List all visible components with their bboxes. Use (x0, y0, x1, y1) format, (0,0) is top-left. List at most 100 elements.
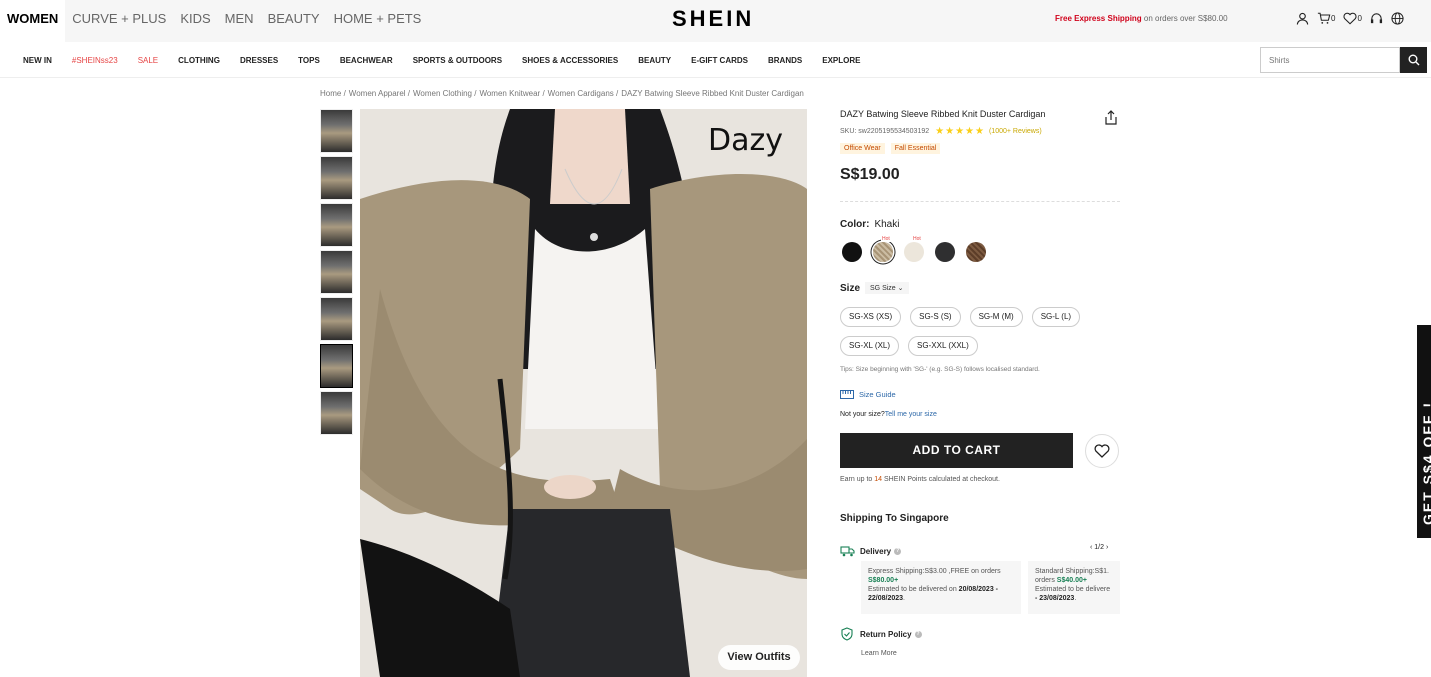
learn-more-link[interactable]: Learn More (861, 650, 897, 657)
points-number: 14 (874, 476, 883, 483)
swatch-brown[interactable] (966, 242, 986, 262)
thumbnail[interactable] (320, 391, 353, 435)
tab-kids[interactable]: KIDS (173, 0, 217, 42)
size-guide-link[interactable]: Size Guide (840, 390, 896, 399)
wish-count: 0 (1357, 14, 1362, 23)
truck-icon (840, 546, 855, 557)
nav-new-in[interactable]: NEW IN (23, 56, 52, 65)
tab-home-pets[interactable]: HOME + PETS (327, 0, 429, 42)
standard-orders: orders (1035, 577, 1057, 584)
size-standard-value: SG Size (870, 285, 896, 292)
shipping-promo[interactable]: Free Express Shipping on orders over S$8… (1055, 14, 1228, 23)
add-to-cart-button[interactable]: ADD TO CART (840, 433, 1073, 468)
thumbnail[interactable] (320, 250, 353, 294)
thumbnail[interactable] (320, 297, 353, 341)
globe-icon[interactable] (1391, 12, 1404, 25)
size-xs[interactable]: SG-XS (XS) (840, 307, 902, 327)
tab-women[interactable]: WOMEN (0, 0, 66, 42)
size-l[interactable]: SG-L (L) (1031, 307, 1081, 327)
thumbnail-selected[interactable] (320, 344, 353, 388)
crumb-women-knitwear[interactable]: Women Knitwear / (479, 89, 544, 98)
sku-text: SKU: sw2205195534503192 (840, 128, 930, 135)
color-value: Khaki (874, 219, 900, 230)
size-s[interactable]: SG-S (S) (910, 307, 961, 327)
tab-curve-plus[interactable]: CURVE + PLUS (65, 0, 173, 42)
thumbnail[interactable] (320, 109, 353, 153)
product-main-image[interactable]: Dazy View Outfits (360, 109, 807, 677)
crumb-home[interactable]: Home / (320, 89, 346, 98)
nav-e-gift-cards[interactable]: E-GIFT CARDS (691, 56, 748, 65)
standard-threshold: S$40.00+ (1056, 577, 1087, 584)
size-xxl[interactable]: SG-XXL (XXL) (908, 336, 978, 356)
crumb-women-clothing[interactable]: Women Clothing / (413, 89, 476, 98)
delivery-row: Delivery? (840, 545, 902, 557)
crumb-women-cardigans[interactable]: Women Cardigans / (548, 89, 619, 98)
promo-rest: on orders over S$80.00 (1141, 14, 1228, 23)
not-your-size-text: Not your size? (840, 411, 885, 418)
side-promo-tab[interactable]: GET S$4 OFF ! (1417, 325, 1431, 538)
nav-explore[interactable]: EXPLORE (822, 56, 860, 65)
view-outfits-button[interactable]: View Outfits (718, 645, 800, 670)
nav-sale[interactable]: SALE (138, 56, 158, 65)
tab-men[interactable]: MEN (218, 0, 261, 42)
nav-sheinss23[interactable]: #SHEINss23 (72, 56, 118, 65)
nav-brands[interactable]: BRANDS (768, 56, 802, 65)
add-to-wishlist-button[interactable] (1085, 434, 1119, 468)
product-title: DAZY Batwing Sleeve Ribbed Knit Duster C… (840, 109, 1046, 119)
search-button[interactable] (1400, 47, 1427, 73)
wishlist-icon[interactable]: 0 (1343, 12, 1362, 25)
standard-shipping-card: Standard Shipping:S$1. orders S$40.00+ E… (1028, 561, 1120, 614)
nav-tops[interactable]: TOPS (298, 56, 320, 65)
search-input[interactable] (1260, 47, 1400, 73)
shipping-pager[interactable]: ‹ 1/2 › (1090, 544, 1108, 551)
nav-sports-outdoors[interactable]: SPORTS & OUTDOORS (413, 56, 502, 65)
tag-fall-essential[interactable]: Fall Essential (890, 143, 941, 154)
points-info: Earn up to 14 SHEIN Points calculated at… (840, 476, 1000, 483)
size-label: Size (840, 282, 861, 294)
tab-beauty[interactable]: BEAUTY (261, 0, 327, 42)
size-standard-select[interactable]: SG Size ⌄ (865, 282, 909, 294)
nav-dresses[interactable]: DRESSES (240, 56, 278, 65)
nav-shoes-accessories[interactable]: SHOES & ACCESSORIES (522, 56, 618, 65)
standard-dates: - 23/08/2023 (1035, 595, 1075, 602)
swatch-khaki[interactable]: Hot (873, 236, 893, 262)
tag-office-wear[interactable]: Office Wear (840, 143, 885, 154)
shipping-title: Shipping To Singapore (840, 513, 949, 524)
swatch-beige[interactable]: Hot (904, 236, 924, 262)
headset-icon[interactable] (1370, 12, 1383, 25)
thumbnail[interactable] (320, 156, 353, 200)
swatch-black[interactable] (842, 242, 862, 262)
rating-stars: ★★★★★ (935, 126, 985, 137)
tell-me-your-size-link[interactable]: Tell me your size (885, 411, 937, 418)
user-icon[interactable] (1296, 12, 1309, 25)
divider (840, 201, 1120, 202)
main-nav: NEW IN #SHEINss23 SALE CLOTHING DRESSES … (0, 42, 1431, 78)
swatch-dark-grey[interactable] (935, 242, 955, 262)
product-price: S$19.00 (840, 166, 900, 183)
header-icons: 0 0 (1296, 12, 1412, 25)
reviews-link[interactable]: (1000+ Reviews) (989, 128, 1042, 135)
help-icon[interactable]: ? (914, 630, 922, 638)
size-m[interactable]: SG-M (M) (969, 307, 1023, 327)
help-icon[interactable]: ? (894, 547, 902, 555)
shein-logo[interactable]: SHEIN (672, 6, 754, 32)
nav-beauty[interactable]: BEAUTY (638, 56, 671, 65)
share-icon[interactable] (1104, 110, 1118, 130)
shield-check-icon (841, 627, 853, 641)
nav-clothing[interactable]: CLOTHING (178, 56, 220, 65)
size-guide-label: Size Guide (859, 390, 896, 399)
return-policy-label: Return Policy (860, 629, 912, 639)
crumb-women-apparel[interactable]: Women Apparel / (349, 89, 410, 98)
cart-icon[interactable]: 0 (1317, 12, 1335, 25)
side-promo-text: GET S$4 OFF ! (1420, 401, 1431, 525)
points-pre: Earn up to (840, 476, 875, 483)
nav-beachwear[interactable]: BEACHWEAR (340, 56, 393, 65)
ruler-icon (840, 390, 854, 399)
size-tips: Tips: Size beginning with 'SG-' (e.g. SG… (840, 366, 1040, 373)
hot-badge: Hot (881, 236, 891, 242)
size-xl[interactable]: SG-XL (XL) (840, 336, 900, 356)
points-post: SHEIN Points calculated at checkout. (882, 476, 1000, 483)
thumbnail[interactable] (320, 203, 353, 247)
crumb-current: DAZY Batwing Sleeve Ribbed Knit Duster C… (621, 89, 804, 98)
nav-items: NEW IN #SHEINss23 SALE CLOTHING DRESSES … (13, 56, 870, 65)
